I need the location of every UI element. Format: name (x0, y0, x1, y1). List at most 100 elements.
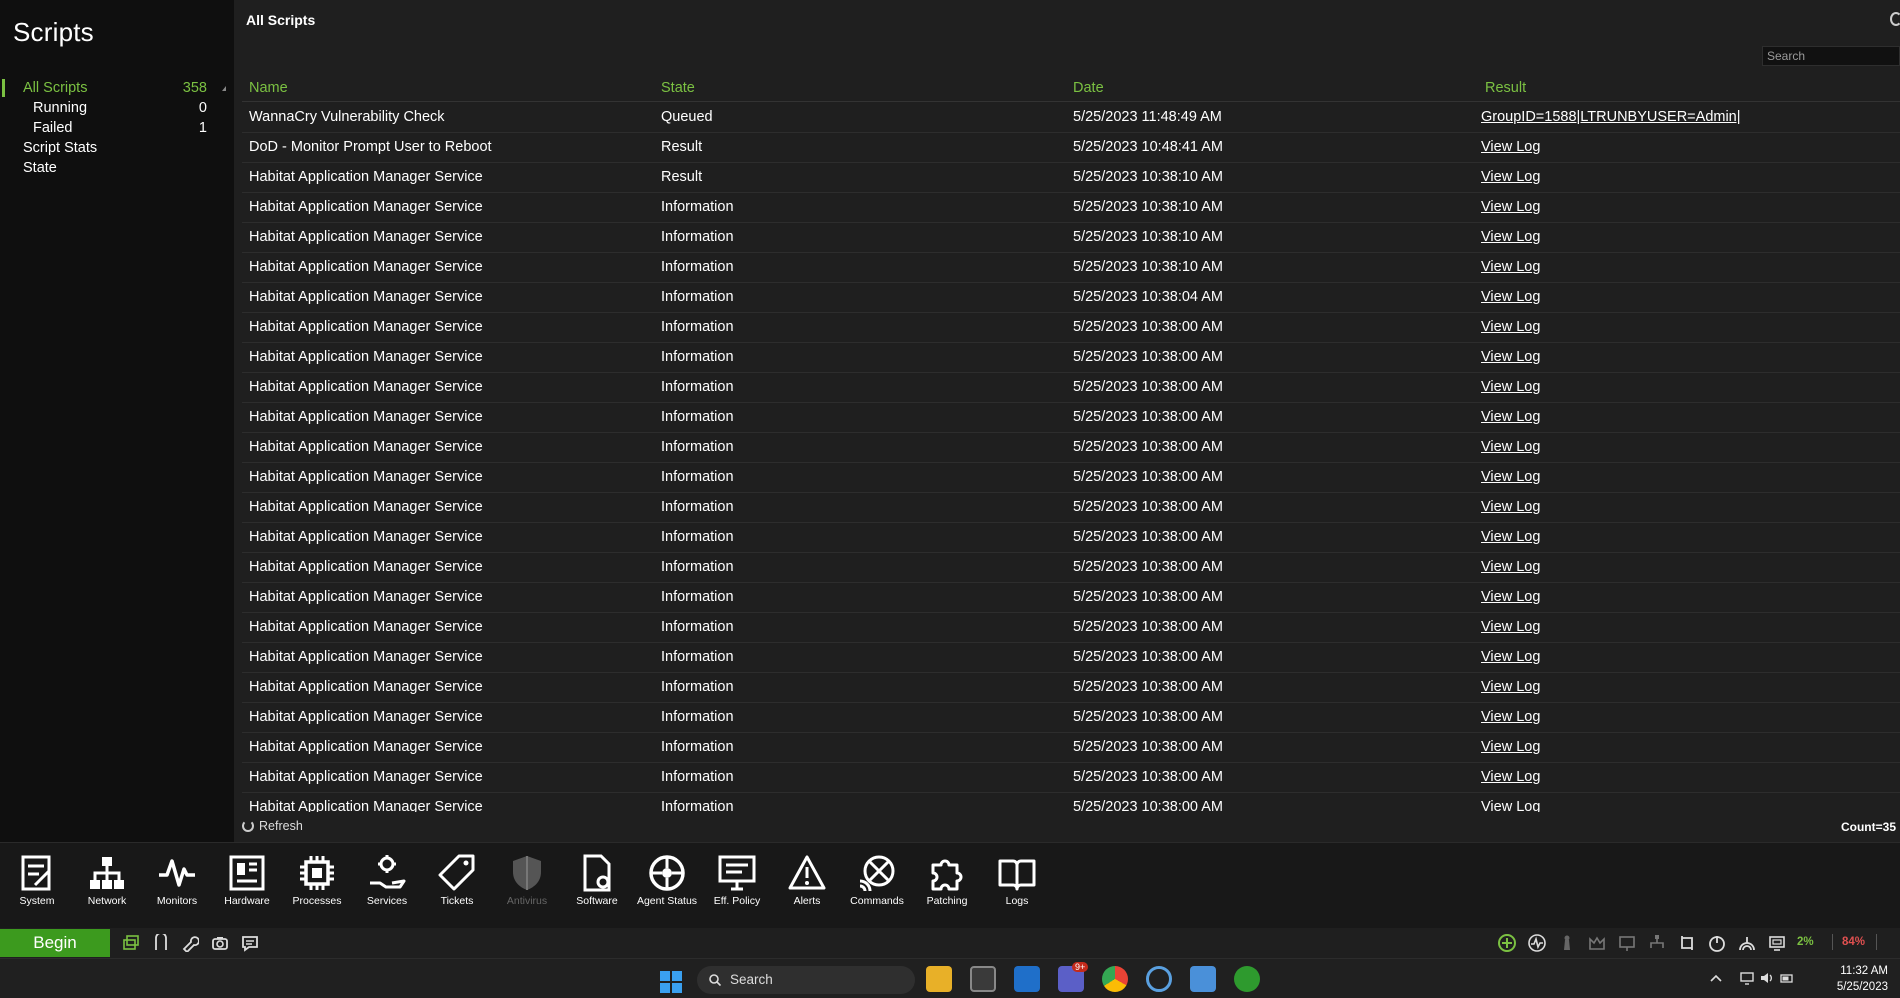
crown-icon[interactable] (1588, 934, 1606, 952)
cell-result[interactable]: View Log (1481, 169, 1540, 185)
table-row[interactable]: Habitat Application Manager Service Infor… (242, 643, 1900, 673)
presentation-icon[interactable] (1618, 934, 1636, 952)
tool-antivirus[interactable]: Antivirus (494, 853, 560, 907)
table-row[interactable]: Habitat Application Manager Service Infor… (242, 763, 1900, 793)
cell-result[interactable]: View Log (1481, 559, 1540, 575)
cell-result[interactable]: View Log (1481, 319, 1540, 335)
tool-patching[interactable]: Patching (914, 853, 980, 907)
tool-software[interactable]: Software (564, 853, 630, 907)
cell-result[interactable]: View Log (1481, 199, 1540, 215)
tool-logs[interactable]: Logs (984, 853, 1050, 907)
column-header-date[interactable]: Date (1073, 80, 1104, 96)
camera-icon[interactable] (211, 934, 229, 952)
table-row[interactable]: Habitat Application Manager Service Infor… (242, 793, 1900, 812)
chevron-up-icon[interactable] (1709, 971, 1723, 985)
wrench-icon[interactable] (181, 934, 199, 952)
tool-commands[interactable]: Commands (844, 853, 910, 907)
file-explorer-icon[interactable] (926, 966, 952, 992)
settings-gear-icon[interactable] (1234, 966, 1260, 992)
table-row[interactable]: Habitat Application Manager Service Infor… (242, 463, 1900, 493)
table-row[interactable]: Habitat Application Manager Service Infor… (242, 703, 1900, 733)
cell-result[interactable]: View Log (1481, 529, 1540, 545)
battery-icon[interactable] (1780, 971, 1794, 985)
tool-services[interactable]: Services (354, 853, 420, 907)
power-timer-icon[interactable] (1708, 934, 1726, 952)
search-input[interactable] (1762, 46, 1900, 66)
tool-alerts[interactable]: Alerts (774, 853, 840, 907)
network-tree-icon[interactable] (1648, 934, 1666, 952)
cell-result[interactable]: View Log (1481, 589, 1540, 605)
table-row[interactable]: DoD - Monitor Prompt User to Reboot Resul… (242, 133, 1900, 163)
sidebar-item-all-scripts[interactable]: All Scripts 358 (23, 80, 207, 96)
table-row[interactable]: Habitat Application Manager Service Infor… (242, 223, 1900, 253)
user-icon[interactable] (1558, 934, 1576, 952)
pulse-icon[interactable] (1528, 934, 1546, 952)
add-circle-icon[interactable] (1498, 934, 1516, 952)
table-row[interactable]: Habitat Application Manager Service Infor… (242, 193, 1900, 223)
cell-result[interactable]: View Log (1481, 409, 1540, 425)
cell-result[interactable]: View Log (1481, 679, 1540, 695)
table-row[interactable]: Habitat Application Manager Service Infor… (242, 673, 1900, 703)
tool-hardware[interactable]: Hardware (214, 853, 280, 907)
tool-agent-status[interactable]: Agent Status (634, 853, 700, 907)
cell-result[interactable]: View Log (1481, 439, 1540, 455)
table-row[interactable]: Habitat Application Manager Service Infor… (242, 553, 1900, 583)
refresh-button[interactable]: Refresh (242, 819, 303, 833)
column-header-result[interactable]: Result (1485, 80, 1526, 96)
table-row[interactable]: Habitat Application Manager Service Resul… (242, 163, 1900, 193)
column-header-name[interactable]: Name (249, 80, 288, 96)
table-row[interactable]: Habitat Application Manager Service Infor… (242, 253, 1900, 283)
tool-monitors[interactable]: Monitors (144, 853, 210, 907)
sync-arrows-icon[interactable] (1678, 934, 1696, 952)
system-clock[interactable]: 11:32 AM 5/25/2023 (1837, 963, 1888, 995)
cell-result[interactable]: View Log (1481, 349, 1540, 365)
cell-result[interactable]: GroupID=1588|LTRUNBYUSER=Admin| (1481, 109, 1741, 125)
collapse-arrow-icon[interactable] (222, 86, 226, 91)
tool-processes[interactable]: Processes (284, 853, 350, 907)
volume-icon[interactable] (1760, 971, 1774, 985)
signal-icon[interactable] (1738, 934, 1756, 952)
table-row[interactable]: Habitat Application Manager Service Infor… (242, 613, 1900, 643)
monitor-icon[interactable] (1768, 934, 1786, 952)
cell-result[interactable]: View Log (1481, 739, 1540, 755)
cell-result[interactable]: View Log (1481, 379, 1540, 395)
cell-result[interactable]: View Log (1481, 499, 1540, 515)
sidebar-item-running[interactable]: Running 0 (33, 100, 207, 116)
tool-eff-policy[interactable]: Eff. Policy (704, 853, 770, 907)
network-tray-icon[interactable] (1740, 971, 1754, 985)
table-row[interactable]: Habitat Application Manager Service Infor… (242, 523, 1900, 553)
cell-result[interactable]: View Log (1481, 229, 1540, 245)
column-header-state[interactable]: State (661, 80, 695, 96)
table-row[interactable]: Habitat Application Manager Service Infor… (242, 343, 1900, 373)
terminal-icon[interactable] (152, 934, 170, 952)
table-row[interactable]: Habitat Application Manager Service Infor… (242, 403, 1900, 433)
table-row[interactable]: Habitat Application Manager Service Infor… (242, 283, 1900, 313)
cell-result[interactable]: View Log (1481, 469, 1540, 485)
begin-button[interactable]: Begin (0, 929, 110, 957)
sidebar-item-failed[interactable]: Failed 1 (33, 120, 207, 136)
outlook-icon[interactable] (1014, 966, 1040, 992)
remote-desktop-icon[interactable] (122, 934, 140, 952)
table-row[interactable]: Habitat Application Manager Service Infor… (242, 373, 1900, 403)
tool-tickets[interactable]: Tickets (424, 853, 490, 907)
chrome-icon[interactable] (1102, 966, 1128, 992)
windows-start-icon[interactable] (660, 971, 682, 993)
sidebar-item-script-stats[interactable]: Script Stats (23, 140, 97, 156)
remote-app-icon[interactable] (970, 966, 996, 992)
table-row[interactable]: WannaCry Vulnerability Check Queued 5/25/2… (242, 103, 1900, 133)
chat-icon[interactable] (241, 934, 259, 952)
cell-result[interactable]: View Log (1481, 619, 1540, 635)
table-row[interactable]: Habitat Application Manager Service Infor… (242, 493, 1900, 523)
refresh-corner-icon[interactable] (1890, 12, 1900, 26)
table-row[interactable]: Habitat Application Manager Service Infor… (242, 583, 1900, 613)
table-row[interactable]: Habitat Application Manager Service Infor… (242, 433, 1900, 463)
table-row[interactable]: Habitat Application Manager Service Infor… (242, 733, 1900, 763)
notepad-icon[interactable] (1190, 966, 1216, 992)
cell-result[interactable]: View Log (1481, 769, 1540, 785)
taskbar-search[interactable]: Search (697, 966, 915, 994)
cell-result[interactable]: View Log (1481, 649, 1540, 665)
tool-system[interactable]: System (4, 853, 70, 907)
agent-app-icon[interactable] (1146, 966, 1172, 992)
sidebar-item-state[interactable]: State (23, 160, 57, 176)
cell-result[interactable]: View Log (1481, 259, 1540, 275)
